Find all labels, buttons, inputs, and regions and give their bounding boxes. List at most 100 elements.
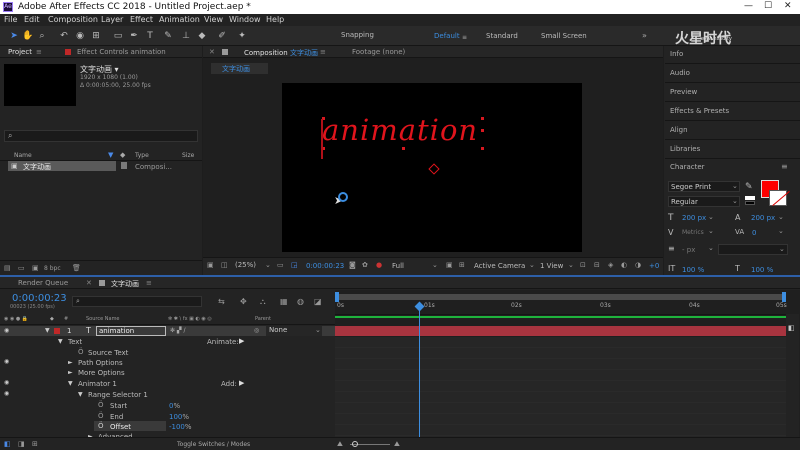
stroke-style-dropdown[interactable]: ⌄ (718, 244, 788, 255)
start-value[interactable]: 0% (169, 402, 180, 410)
kerning-chevron-icon[interactable]: ⌄ (708, 227, 714, 235)
views-chevron-icon[interactable]: ⌄ (568, 261, 574, 269)
trash-icon[interactable]: 🗑 (72, 264, 81, 272)
parent-dropdown[interactable]: None (266, 326, 322, 336)
type-tool-icon[interactable]: T (144, 30, 156, 42)
motion-blur-icon[interactable]: ◍ (297, 297, 304, 306)
color-channel-icon[interactable]: ● (376, 261, 382, 269)
zoom-dropdown[interactable]: (25%) (235, 261, 256, 269)
close-tab-icon[interactable]: ✕ (209, 48, 215, 56)
workspace-standard[interactable]: Standard (486, 32, 518, 40)
tab-timeline-comp[interactable]: 文字动画 (111, 279, 139, 289)
reset-exposure-icon[interactable]: ◐ (621, 261, 627, 269)
tab-effect-controls[interactable]: Effect Controls animation (77, 48, 166, 56)
project-row-comp[interactable]: ▣ 文字动画 (8, 161, 116, 171)
canvas-text[interactable]: animation (322, 113, 478, 147)
project-search-input[interactable]: ⌕ (4, 130, 198, 142)
panel-character[interactable]: Character (670, 163, 705, 171)
label-color-icon[interactable]: ▼ (108, 151, 113, 159)
comp-lock-icon[interactable] (222, 49, 228, 55)
panel-libraries[interactable]: Libraries (670, 145, 700, 153)
zoom-out-icon[interactable]: ⛰ (337, 440, 343, 449)
camera-tool-icon[interactable]: ◉ (74, 30, 86, 42)
end-value[interactable]: 100% (169, 413, 189, 421)
comp-canvas[interactable]: animation (282, 83, 582, 252)
timeline-timecode[interactable]: 0:00:00:23 (12, 293, 67, 304)
eraser-tool-icon[interactable]: ◆ (196, 30, 208, 42)
work-area-end-handle[interactable] (782, 292, 786, 302)
menu-composition[interactable]: Composition (48, 15, 98, 24)
add-menu-icon[interactable]: ▶ (239, 379, 244, 387)
row-label-swatch[interactable] (121, 162, 127, 169)
layer-label-swatch[interactable] (54, 328, 60, 334)
rotate-tool-icon[interactable]: ↶ (58, 30, 70, 42)
expand-arrow-icon[interactable]: ▼ (78, 391, 83, 398)
layer-name-field[interactable]: animation (96, 326, 166, 336)
eye-icon[interactable]: ◉ (4, 390, 9, 397)
prop-offset[interactable]: Offset (110, 423, 131, 431)
exposure-icon[interactable]: ◑ (635, 261, 641, 269)
col-size[interactable]: Size (182, 152, 194, 159)
eye-icon[interactable]: ◉ (4, 379, 9, 386)
camera-dropdown[interactable]: Active Camera (474, 262, 525, 270)
vertical-scale-value[interactable]: 100 % (682, 266, 704, 274)
close-timeline-tab-icon[interactable]: ✕ (86, 279, 92, 287)
prop-range-selector[interactable]: Range Selector 1 (88, 391, 148, 399)
fast-preview-icon[interactable]: ⊞ (459, 261, 465, 269)
prop-path-options[interactable]: Path Options (78, 359, 123, 367)
tab-project[interactable]: Project (8, 48, 32, 56)
work-area-start-handle[interactable] (335, 292, 339, 302)
exposure-value[interactable]: +0 (649, 262, 659, 270)
timeline-zoom-slider[interactable] (352, 441, 358, 447)
anchor-point-icon[interactable] (428, 163, 440, 175)
3d-renderer-icon[interactable]: ⊟ (594, 261, 600, 269)
new-composition-icon[interactable]: ▣ (32, 264, 39, 272)
pan-behind-tool-icon[interactable]: ⊞ (90, 30, 102, 42)
menu-edit[interactable]: Edit (24, 15, 40, 24)
interpret-footage-icon[interactable]: ▤ (4, 264, 11, 272)
stopwatch-icon[interactable]: Ö (98, 401, 104, 409)
menu-animation[interactable]: Animation (159, 15, 200, 24)
panel-align[interactable]: Align (670, 126, 688, 134)
menu-window[interactable]: Window (229, 15, 261, 24)
workspace-default[interactable]: Default (434, 32, 460, 40)
comp-mini-flowchart-icon[interactable]: ⇆ (218, 297, 225, 306)
panel-info[interactable]: Info (670, 50, 683, 58)
camera-chevron-icon[interactable]: ⌄ (529, 261, 535, 269)
timeline-tab-menu-icon[interactable]: ≡ (146, 279, 152, 287)
region-of-interest-icon[interactable]: ◲ (291, 261, 298, 269)
composition-tab-menu-icon[interactable]: ≡ (320, 48, 326, 56)
eye-icon[interactable]: ◉ (4, 358, 9, 365)
tab-composition[interactable]: Composition 文字动画 (244, 48, 318, 58)
workspace-small-screen[interactable]: Small Screen (541, 32, 587, 40)
layer-switches-toggle-icon[interactable]: ◧ (4, 440, 11, 448)
text-handle[interactable] (481, 129, 484, 132)
roto-brush-tool-icon[interactable]: ✐ (216, 30, 228, 42)
layer-number-col[interactable]: # (64, 316, 68, 322)
pickwhip-icon[interactable]: ◎ (254, 327, 259, 334)
graph-editor-icon[interactable]: ◪ (314, 297, 322, 306)
stroke-chevron-icon[interactable]: ⌄ (708, 244, 714, 252)
timeline-search-input[interactable]: ⌕ (72, 296, 202, 307)
col-type[interactable]: Type (135, 152, 149, 159)
menu-effect[interactable]: Effect (130, 15, 153, 24)
collapse-arrow-icon[interactable]: ► (68, 359, 73, 366)
stroke-color-swatch[interactable] (769, 190, 790, 206)
offset-value[interactable]: -100% (169, 423, 192, 431)
pen-tool-icon[interactable]: ✒ (128, 30, 140, 42)
prop-more-options[interactable]: More Options (78, 369, 125, 377)
workspace-menu-icon[interactable]: ≡ (462, 34, 467, 41)
animate-menu-icon[interactable]: ▶ (239, 337, 244, 345)
black-swatch[interactable] (745, 201, 755, 205)
new-folder-icon[interactable]: ▭ (18, 264, 25, 272)
expand-layer-icon[interactable]: ▼ (45, 327, 50, 334)
zoom-tool-icon[interactable]: ⌕ (36, 30, 48, 42)
stopwatch-icon[interactable]: Ö (78, 348, 84, 356)
workspaces-overflow-icon[interactable]: » (642, 31, 647, 40)
resolution-chevron-icon[interactable]: ⌄ (432, 261, 438, 269)
stopwatch-icon[interactable]: Ö (98, 422, 104, 430)
collapse-arrow-icon[interactable]: ► (68, 369, 73, 376)
minimize-icon[interactable]: — (744, 1, 753, 11)
stroke-width-value[interactable]: - px (682, 246, 695, 254)
parent-chevron-icon[interactable]: ⌄ (315, 326, 321, 334)
